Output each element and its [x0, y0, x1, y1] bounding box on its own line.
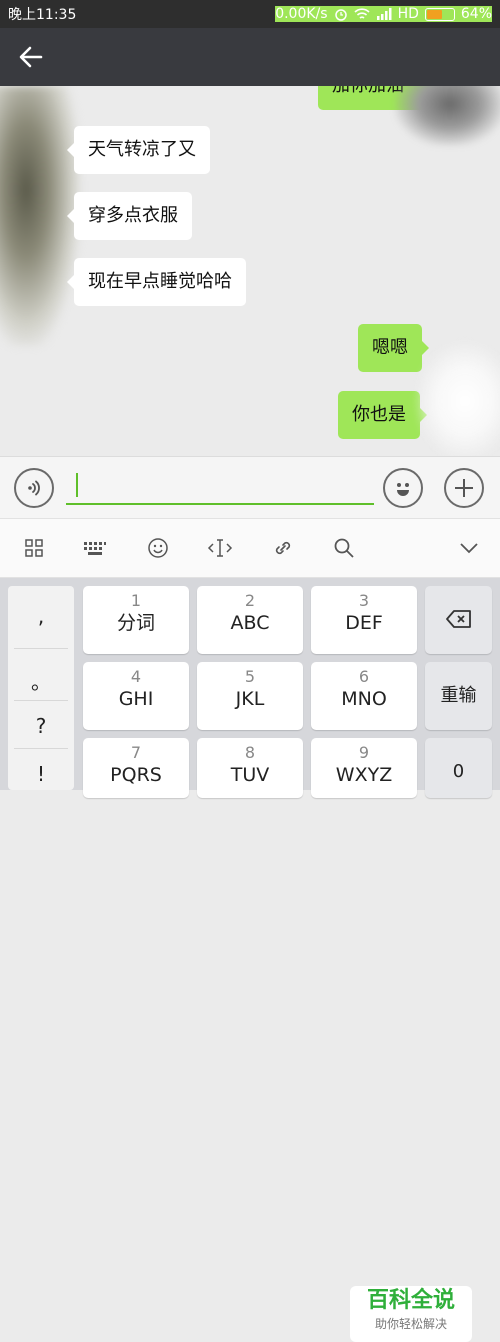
backspace-icon — [445, 610, 471, 628]
reenter-key[interactable]: 重输 — [425, 662, 492, 730]
key-number: 1 — [130, 591, 142, 610]
key-number: 5 — [244, 667, 256, 686]
key-label: PQRS — [110, 764, 162, 786]
voice-icon — [28, 480, 40, 496]
grid-menu-button[interactable] — [21, 535, 47, 561]
watermark-logo: 百科全说 助你轻松解决 — [350, 1286, 472, 1342]
keyboard-icon — [84, 542, 106, 555]
backspace-key[interactable] — [425, 586, 492, 654]
status-bar: 晚上11:35 0.00K/s HD 64% — [0, 0, 500, 28]
key-1[interactable]: 1 分词 — [83, 586, 189, 654]
clipboard-link-button[interactable] — [270, 535, 296, 561]
key-number: 2 — [244, 591, 256, 610]
ime-toolbar — [0, 518, 500, 578]
divider — [14, 648, 68, 649]
divider — [14, 748, 68, 749]
collapse-keyboard-button[interactable] — [456, 535, 482, 561]
message-bubble[interactable]: 嗯嗯 — [358, 324, 429, 372]
chevron-down-icon — [460, 543, 478, 554]
keyboard: , 。 ? ! 1 分词 2 ABC 3 DEF 4 GHI 5 JKL 6 MNO 7 PQ… — [0, 578, 500, 1342]
key-6[interactable]: 6 MNO — [311, 662, 417, 730]
key-label: GHI — [118, 688, 154, 710]
key-9[interactable]: 9 WXYZ — [311, 738, 417, 798]
chat-area[interactable]: 加你加油 天气转凉了又 穿多点衣服 现在早点睡觉哈哈 嗯嗯 你也是 — [0, 86, 500, 456]
blurred-avatar-right — [395, 86, 500, 146]
message-bubble[interactable]: 穿多点衣服 — [67, 192, 192, 240]
divider — [14, 700, 68, 701]
punct-key[interactable]: ? — [8, 714, 74, 738]
input-bar — [0, 456, 500, 518]
grid-icon — [25, 539, 43, 557]
key-number: 4 — [130, 667, 142, 686]
key-number: 6 — [358, 667, 370, 686]
punct-key[interactable]: ! — [8, 762, 74, 786]
watermark-subtitle: 助你轻松解决 — [374, 1317, 447, 1331]
blurred-avatar-right — [415, 341, 500, 456]
battery-fill — [426, 9, 443, 19]
key-number: 3 — [358, 591, 370, 610]
network-type: HD — [397, 6, 419, 22]
key-number: 8 — [244, 743, 256, 762]
key-3[interactable]: 3 DEF — [311, 586, 417, 654]
key-label: MNO — [341, 688, 387, 710]
emoji-panel-button[interactable] — [145, 535, 171, 561]
cursor-move-button[interactable] — [207, 535, 233, 561]
cursor-icon — [207, 539, 233, 557]
watermark-title: 百科全说 — [366, 1288, 455, 1313]
alarm-icon — [334, 9, 347, 21]
network-speed: 0.00K/s — [275, 6, 328, 22]
key-5[interactable]: 5 JKL — [197, 662, 303, 730]
status-right: 0.00K/s HD 64% — [275, 6, 492, 22]
punctuation-column[interactable]: , 。 ? ! — [8, 586, 74, 790]
key-label: WXYZ — [335, 764, 393, 786]
zero-key[interactable]: 0 — [425, 738, 492, 798]
key-4[interactable]: 4 GHI — [83, 662, 189, 730]
punct-key[interactable]: 。 — [8, 666, 74, 695]
emoji-button[interactable] — [383, 468, 423, 508]
signal-icon — [376, 8, 392, 20]
back-button[interactable] — [16, 42, 46, 72]
message-bubble[interactable]: 现在早点睡觉哈哈 — [67, 258, 246, 306]
more-button[interactable] — [444, 468, 484, 508]
key-label: TUV — [230, 764, 270, 786]
search-icon — [334, 538, 354, 558]
smiley-icon — [397, 483, 409, 496]
punct-key[interactable]: , — [8, 604, 74, 628]
key-label: 分词 — [116, 612, 155, 634]
battery-icon — [424, 7, 455, 21]
battery-percent: 64% — [460, 6, 492, 22]
keyboard-switch-button[interactable] — [82, 535, 108, 561]
text-cursor — [76, 473, 78, 497]
key-8[interactable]: 8 TUV — [197, 738, 303, 798]
key-number: 9 — [358, 743, 370, 762]
search-button[interactable] — [331, 535, 357, 561]
message-bubble[interactable]: 你也是 — [338, 391, 427, 439]
key-7[interactable]: 7 PQRS — [83, 738, 189, 798]
key-2[interactable]: 2 ABC — [197, 586, 303, 654]
link-icon — [275, 541, 291, 555]
voice-button[interactable] — [14, 468, 54, 508]
status-time: 晚上11:35 — [8, 7, 77, 23]
plus-icon — [455, 479, 473, 497]
key-label: DEF — [345, 612, 383, 634]
smiley-outline-icon — [148, 538, 168, 558]
key-label: ABC — [230, 612, 270, 634]
back-arrow-icon — [19, 46, 43, 68]
wifi-icon — [354, 7, 370, 19]
message-bubble[interactable]: 天气转凉了又 — [67, 126, 210, 174]
message-input[interactable] — [66, 469, 374, 505]
key-label: JKL — [235, 688, 265, 710]
chat-header — [0, 28, 500, 86]
key-number: 7 — [130, 743, 142, 762]
